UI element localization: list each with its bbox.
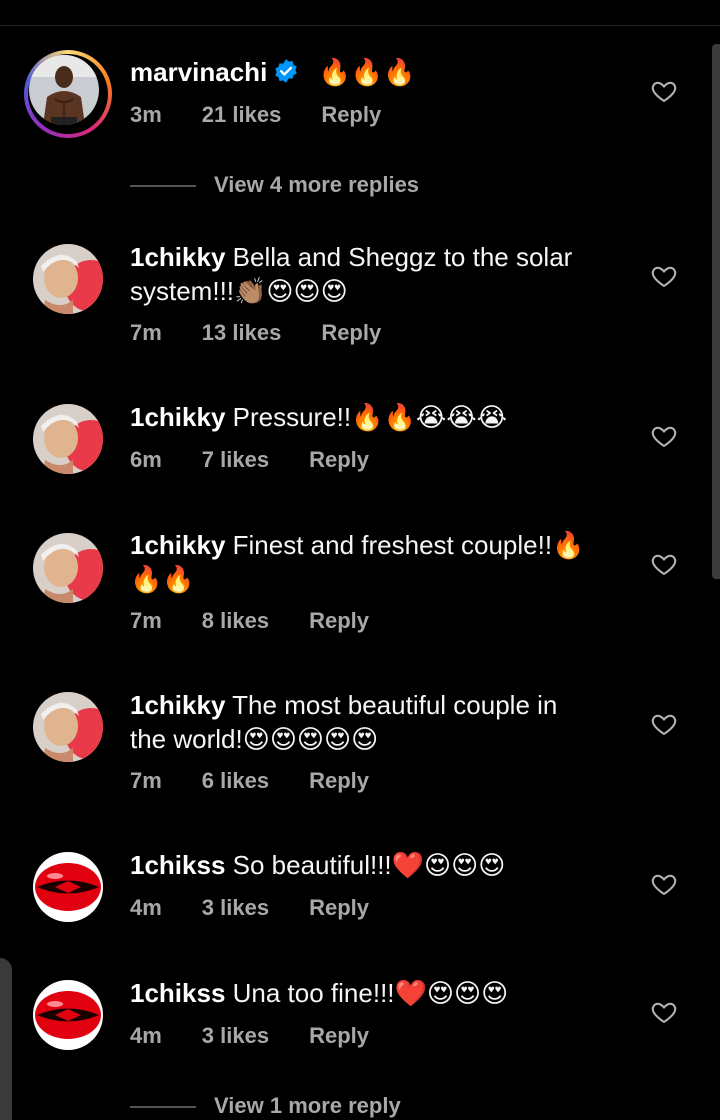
comment-meta: 7m 13 likes Reply [130, 320, 421, 346]
view-more-label: View 4 more replies [214, 172, 420, 197]
comment-body: 1chikky Bella and Sheggz to the solar sy… [130, 240, 600, 308]
reply-button[interactable]: Reply [309, 608, 369, 633]
reply-button[interactable]: Reply [309, 1023, 369, 1048]
divider-dash [130, 185, 196, 188]
comment-username[interactable]: 1chikss [130, 978, 225, 1008]
comment-likes[interactable]: 8 likes [202, 608, 269, 633]
view-more-replies-button[interactable]: View 4 more replies [130, 172, 419, 198]
profile-photo [33, 852, 103, 922]
comment-time: 4m [130, 1023, 162, 1048]
profile-photo [29, 55, 99, 125]
heart-icon[interactable] [650, 550, 678, 578]
profile-photo [33, 692, 103, 762]
comment-meta: 7m 6 likes Reply [130, 768, 409, 794]
comment-username[interactable]: 1chikss [130, 850, 225, 880]
comment-body: 1chikky Finest and freshest couple!!🔥🔥🔥 [130, 528, 600, 596]
comment-time: 7m [130, 320, 162, 345]
comment-body: 1chikky Pressure!!🔥🔥😭😭😭 [130, 400, 600, 434]
comment-text: 🔥🔥🔥 [318, 57, 416, 87]
avatar[interactable] [33, 404, 103, 474]
heart-icon[interactable] [650, 77, 678, 105]
reply-button[interactable]: Reply [309, 895, 369, 920]
scrollbar[interactable] [712, 44, 720, 579]
divider-dash [130, 1106, 196, 1109]
reply-button[interactable]: Reply [321, 102, 381, 127]
view-more-label: View 1 more reply [214, 1093, 401, 1118]
comment-time: 6m [130, 447, 162, 472]
heart-icon[interactable] [650, 262, 678, 290]
comment-meta: 7m 8 likes Reply [130, 608, 409, 634]
comment-meta: 4m 3 likes Reply [130, 1023, 409, 1049]
avatar[interactable] [24, 50, 112, 138]
profile-photo [33, 980, 103, 1050]
comment-likes[interactable]: 21 likes [202, 102, 282, 127]
avatar[interactable] [33, 852, 103, 922]
comment-likes[interactable]: 7 likes [202, 447, 269, 472]
comment-username[interactable]: 1chikky [130, 242, 225, 272]
comment-text: Una too fine!!!❤️😍😍😍 [232, 978, 509, 1008]
comment-body: 1chikss So beautiful!!!❤️😍😍😍 [130, 848, 600, 882]
comment-time: 7m [130, 768, 162, 793]
comment-body: 1chikky The most beautiful couple in the… [130, 688, 600, 756]
avatar[interactable] [33, 244, 103, 314]
avatar[interactable] [33, 980, 103, 1050]
comment-time: 7m [130, 608, 162, 633]
profile-photo [33, 404, 103, 474]
edge-panel-handle[interactable] [0, 958, 12, 1120]
comment-likes[interactable]: 13 likes [202, 320, 282, 345]
profile-photo [33, 244, 103, 314]
comment-body: 1chikss Una too fine!!!❤️😍😍😍 [130, 976, 600, 1010]
comment-meta: 6m 7 likes Reply [130, 447, 409, 473]
view-more-replies-button[interactable]: View 1 more reply [130, 1093, 401, 1119]
reply-button[interactable]: Reply [321, 320, 381, 345]
heart-icon[interactable] [650, 710, 678, 738]
comment-time: 3m [130, 102, 162, 127]
reply-button[interactable]: Reply [309, 447, 369, 472]
comment-text: So beautiful!!!❤️😍😍😍 [232, 850, 506, 880]
avatar[interactable] [33, 533, 103, 603]
reply-button[interactable]: Reply [309, 768, 369, 793]
verified-badge-icon [275, 59, 298, 83]
comment-likes[interactable]: 3 likes [202, 895, 269, 920]
comment-username[interactable]: 1chikky [130, 530, 225, 560]
profile-photo [33, 533, 103, 603]
comment-time: 4m [130, 895, 162, 920]
heart-icon[interactable] [650, 870, 678, 898]
avatar[interactable] [33, 692, 103, 762]
comment-meta: 3m 21 likes Reply [130, 102, 421, 128]
top-divider [0, 25, 720, 26]
heart-icon[interactable] [650, 998, 678, 1026]
comment-likes[interactable]: 6 likes [202, 768, 269, 793]
comment-text: Pressure!!🔥🔥😭😭😭 [232, 402, 508, 432]
comment-body: marvinachi 🔥🔥🔥 [130, 55, 600, 89]
comment-username[interactable]: marvinachi [130, 57, 267, 87]
comment-meta: 4m 3 likes Reply [130, 895, 409, 921]
heart-icon[interactable] [650, 422, 678, 450]
comment-username[interactable]: 1chikky [130, 690, 225, 720]
comment-likes[interactable]: 3 likes [202, 1023, 269, 1048]
comment-username[interactable]: 1chikky [130, 402, 225, 432]
